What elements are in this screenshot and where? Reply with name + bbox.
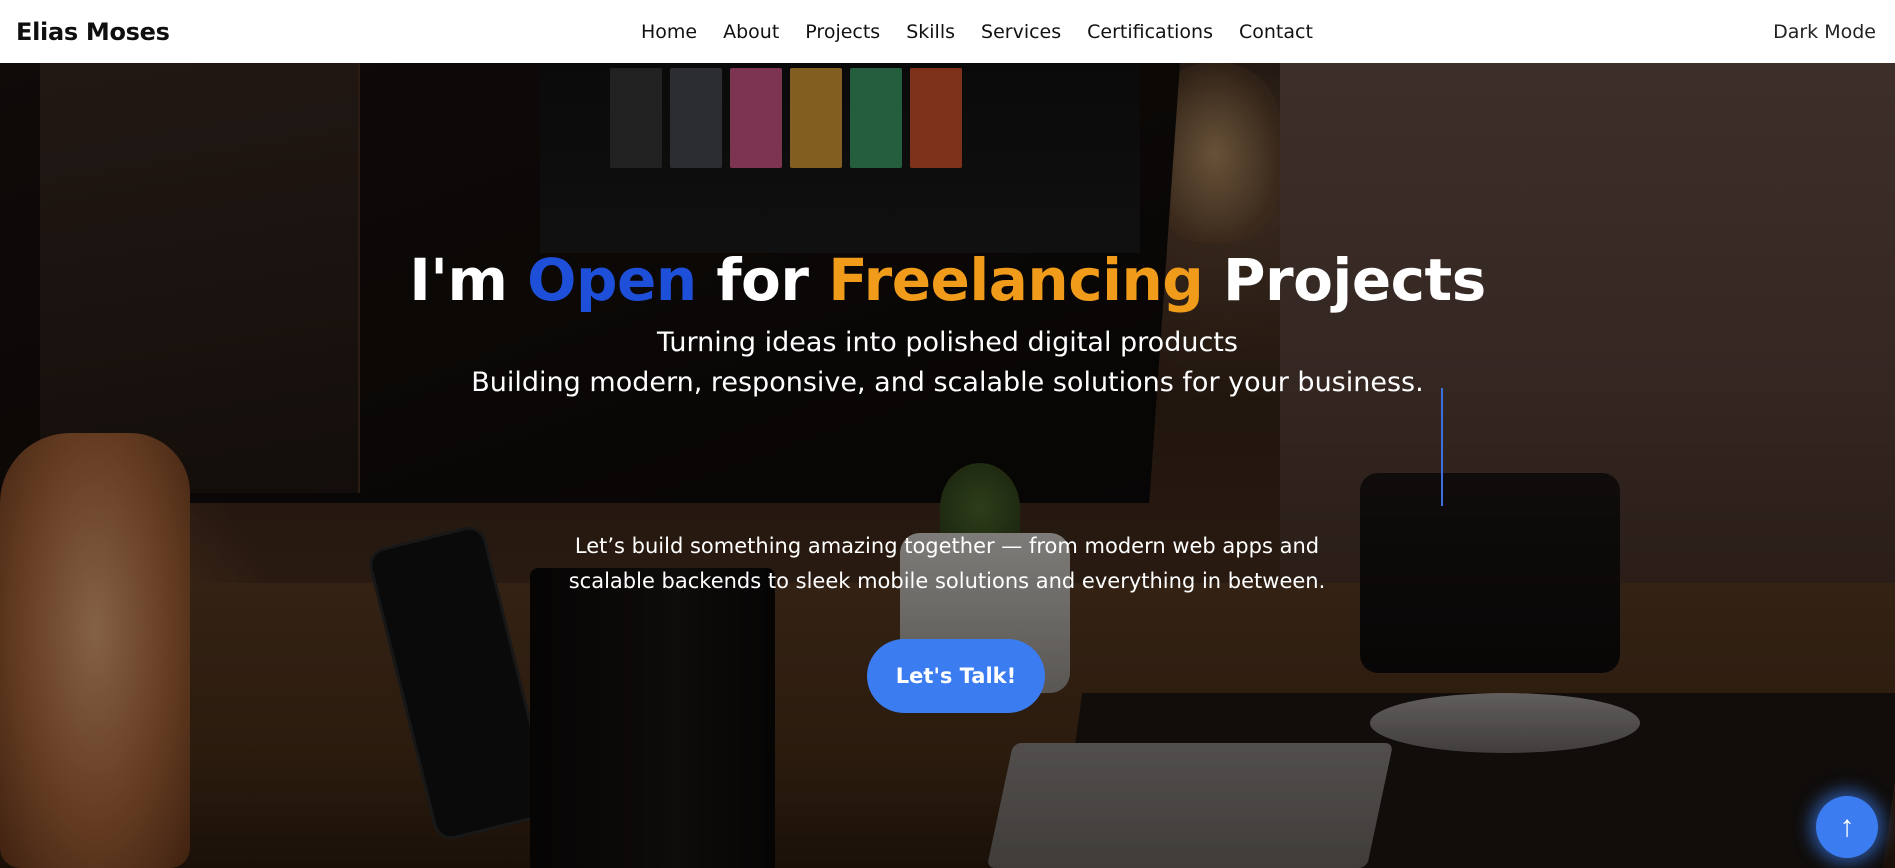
arrow-up-icon: ↑: [1839, 810, 1855, 843]
nav-link-projects[interactable]: Projects: [805, 21, 880, 43]
hero-title: I'm Open for Freelancing Projects: [0, 246, 1895, 314]
hero-title-part1: I'm: [409, 246, 528, 314]
nav-link-about[interactable]: About: [723, 21, 779, 43]
hero-subtitle-line2: Building modern, responsive, and scalabl…: [471, 367, 1424, 398]
nav-link-skills[interactable]: Skills: [906, 21, 955, 43]
hero-title-part2: for: [696, 246, 829, 314]
nav-link-certifications[interactable]: Certifications: [1087, 21, 1213, 43]
hero-overlay: [0, 63, 1895, 868]
hero-title-part3: Projects: [1203, 246, 1486, 314]
hero-subtitle-line1: Turning ideas into polished digital prod…: [657, 327, 1238, 358]
lets-talk-button[interactable]: Let's Talk!: [867, 639, 1045, 713]
scroll-to-top-button[interactable]: ↑: [1816, 796, 1878, 858]
hero-description: Let’s build something amazing together —…: [568, 534, 1326, 593]
navbar: Elias Moses Home About Projects Skills S…: [0, 0, 1895, 63]
nav-link-services[interactable]: Services: [981, 21, 1061, 43]
typing-caret: [1441, 388, 1443, 506]
nav-links: Home About Projects Skills Services Cert…: [641, 0, 1313, 63]
nav-link-home[interactable]: Home: [641, 21, 697, 43]
hero-title-highlight-open: Open: [527, 246, 697, 314]
hero-title-highlight-freelancing: Freelancing: [828, 246, 1204, 314]
hero-section: I'm Open for Freelancing Projects Turnin…: [0, 63, 1895, 868]
nav-link-contact[interactable]: Contact: [1239, 21, 1313, 43]
brand-logo[interactable]: Elias Moses: [16, 18, 170, 46]
dark-mode-toggle[interactable]: Dark Mode: [1773, 0, 1876, 63]
